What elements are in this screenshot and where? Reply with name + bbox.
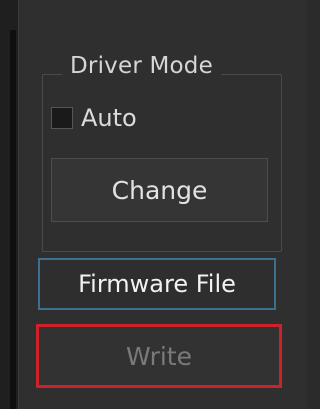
auto-label: Auto	[81, 104, 137, 132]
auto-checkbox[interactable]	[51, 107, 73, 129]
auto-checkbox-row[interactable]: Auto	[51, 98, 137, 138]
write-button[interactable]: Write	[36, 324, 282, 388]
left-panel-inner	[10, 30, 16, 409]
change-button[interactable]: Change	[51, 158, 268, 222]
driver-mode-title: Driver Mode	[62, 50, 221, 82]
firmware-file-button[interactable]: Firmware File	[38, 258, 276, 310]
driver-settings-panel: Driver Mode Auto Change Firmware File Wr…	[0, 0, 307, 409]
left-panel-edge	[0, 0, 19, 409]
